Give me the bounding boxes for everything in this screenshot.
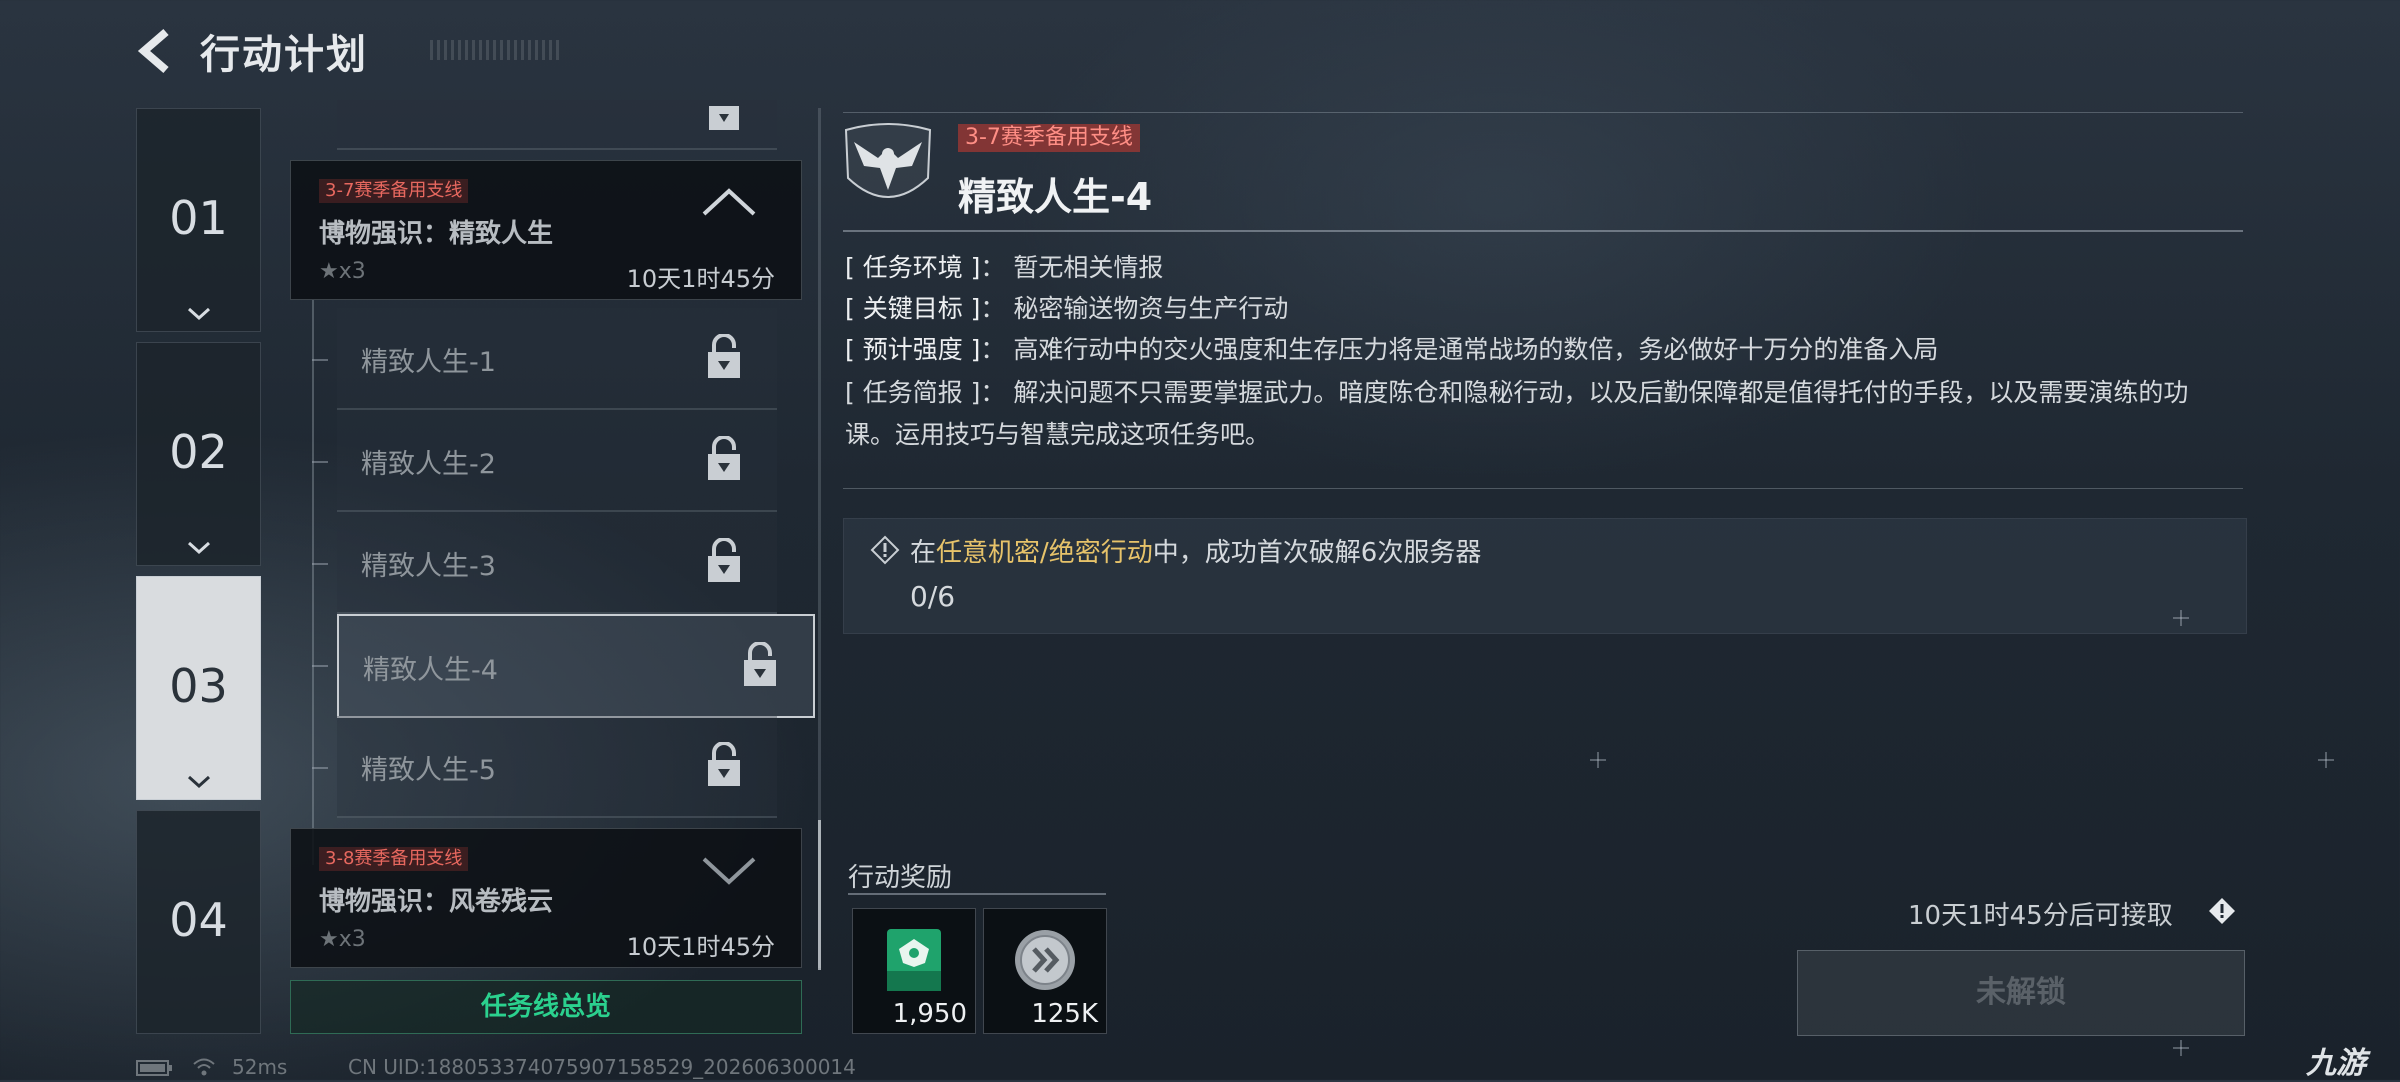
time-remaining: 10天1时45分 bbox=[626, 933, 775, 961]
tree-tick bbox=[312, 563, 328, 565]
info-value: 暂无相关情报 bbox=[1013, 253, 1164, 282]
list-item[interactable]: 精致人生-1 bbox=[337, 308, 777, 410]
crosshair-decoration bbox=[2173, 1040, 2189, 1056]
group-title: 博物强识：精致人生 bbox=[319, 219, 554, 249]
lock-icon bbox=[708, 436, 740, 480]
chapter-tab-02[interactable]: 02 bbox=[136, 342, 261, 566]
chapter-number: 01 bbox=[169, 191, 228, 245]
reward-amount: 1,950 bbox=[892, 999, 967, 1029]
lock-icon bbox=[744, 642, 776, 686]
info-value: 高难行动中的交火强度和生存压力将是通常战场的数倍，务必做好十万分的准备入局 bbox=[1013, 335, 1939, 364]
crosshair-decoration bbox=[2318, 752, 2334, 768]
lock-icon bbox=[708, 742, 740, 786]
group-title: 博物强识：风卷残云 bbox=[319, 887, 554, 917]
info-brief: [ 任务简报 ]： 解决问题不只需要掌握武力。暗度陈仓和隐秘行动，以及后勤保障都… bbox=[845, 378, 2189, 449]
chapter-number: 03 bbox=[169, 659, 228, 713]
info-target: [ 关键目标 ]： 秘密输送物资与生产行动 bbox=[845, 294, 1289, 323]
season-tag: 3-7赛季备用支线 bbox=[958, 124, 1140, 152]
chapter-tab-01[interactable]: 01 bbox=[136, 108, 261, 332]
time-remaining: 10天1时45分 bbox=[626, 265, 775, 293]
lock-icon bbox=[708, 538, 740, 582]
reward-item[interactable]: 1,950 bbox=[852, 908, 976, 1034]
item-label: 精致人生-3 bbox=[361, 551, 496, 582]
info-intensity: [ 预计强度 ]： 高难行动中的交火强度和生存压力将是通常战场的数倍，务必做好十… bbox=[845, 335, 1939, 364]
chapter-number: 04 bbox=[169, 893, 228, 947]
coin-icon bbox=[1015, 930, 1075, 990]
season-tag: 3-7赛季备用支线 bbox=[319, 179, 469, 203]
chevron-up-icon[interactable] bbox=[701, 187, 757, 217]
chevron-down-icon[interactable] bbox=[701, 855, 757, 885]
list-item-selected[interactable]: 精致人生-4 bbox=[337, 614, 815, 718]
site-watermark: 九游 bbox=[2306, 1046, 2366, 1081]
user-uid: CN UID:18805337407590715852​9_2026063000… bbox=[348, 1055, 856, 1079]
info-environment: [ 任务环境 ]： 暂无相关情报 bbox=[845, 253, 1164, 282]
list-item[interactable]: 精致人生-2 bbox=[337, 410, 777, 512]
mission-group-next[interactable]: 3-8赛季备用支线 博物强识：风卷残云 ★x3 10天1时45分 bbox=[290, 828, 802, 968]
mission-group-current[interactable]: 3-7赛季备用支线 博物强识：精致人生 ★x3 10天1时45分 bbox=[290, 160, 802, 300]
tree-tick bbox=[312, 359, 328, 361]
season-tag: 3-8赛季备用支线 bbox=[319, 847, 469, 871]
crosshair-decoration bbox=[1590, 752, 1606, 768]
tree-tick bbox=[312, 461, 328, 463]
tree-tick bbox=[312, 767, 328, 769]
info-key: [ 关键目标 ] bbox=[845, 294, 981, 323]
info-value: 秘密输送物资与生产行动 bbox=[1013, 294, 1289, 323]
chevron-down-icon bbox=[187, 775, 210, 789]
lock-icon bbox=[709, 106, 739, 130]
unlock-button-disabled[interactable]: 未解锁 bbox=[1797, 950, 2245, 1036]
divider bbox=[843, 488, 2243, 489]
mission-line-overview-button[interactable]: 任务线总览 bbox=[290, 980, 802, 1034]
reward-amount: 125K bbox=[1031, 999, 1098, 1029]
crosshair-decoration bbox=[2173, 610, 2189, 626]
availability-text: 10天1时45分后可接取 bbox=[1908, 901, 2173, 931]
info-key: [ 预计强度 ] bbox=[845, 335, 981, 364]
mission-list: 3-7赛季备用支线 博物强识：精致人生 ★x3 10天1时45分 精致人生-1 … bbox=[290, 100, 815, 968]
divider bbox=[848, 893, 1106, 895]
chapter-number: 02 bbox=[169, 425, 228, 479]
battery-icon bbox=[136, 1060, 172, 1076]
difficulty-stars: ★x3 bbox=[319, 259, 366, 284]
lock-icon bbox=[708, 334, 740, 378]
alert-diamond-icon bbox=[870, 535, 900, 565]
info-key: [ 任务简报 ] bbox=[845, 378, 981, 407]
alert-diamond-icon bbox=[2209, 898, 2235, 924]
back-arrow-icon bbox=[137, 28, 169, 74]
title-decoration bbox=[430, 40, 560, 60]
wifi-icon bbox=[193, 1058, 215, 1076]
reward-label: 行动奖励 bbox=[848, 863, 953, 893]
ping-latency: 52ms bbox=[232, 1055, 288, 1079]
objective-suffix: 中，成功首次破解6次服务器 bbox=[1152, 538, 1482, 568]
page-title: 行动计划 bbox=[200, 32, 368, 78]
tree-tick bbox=[312, 665, 328, 667]
divider bbox=[843, 112, 2243, 113]
list-item[interactable]: 精致人生-5 bbox=[337, 716, 777, 818]
objective-progress: 0/6 bbox=[910, 580, 956, 613]
item-label: 精致人生-5 bbox=[361, 755, 496, 786]
chapter-tab-03[interactable]: 03 bbox=[136, 576, 261, 800]
tree-connector bbox=[312, 300, 314, 865]
experience-card-icon bbox=[887, 929, 941, 991]
chevron-down-icon bbox=[187, 541, 210, 555]
objective-prefix: 在 bbox=[910, 538, 937, 568]
list-item[interactable]: 精致人生-3 bbox=[337, 512, 777, 614]
chapter-tab-04[interactable]: 04 bbox=[136, 810, 261, 1034]
back-button[interactable] bbox=[132, 26, 182, 76]
difficulty-stars: ★x3 bbox=[319, 927, 366, 952]
objective-text: 在任意机密/绝密行动中，成功首次破解6次服务器 bbox=[910, 532, 1481, 569]
info-key: [ 任务环境 ] bbox=[845, 253, 981, 282]
info-value: 解决问题不只需要掌握武力。暗度陈仓和隐秘行动，以及后勤保障都是值得托付的手段，以… bbox=[845, 378, 2189, 449]
item-label: 精致人生-2 bbox=[361, 449, 496, 480]
item-label: 精致人生-4 bbox=[363, 655, 498, 686]
chevron-down-icon bbox=[187, 307, 210, 321]
divider bbox=[843, 230, 2243, 232]
list-scrollbar-thumb[interactable] bbox=[818, 820, 821, 970]
objective-highlight: 任意机密/绝密行动 bbox=[936, 538, 1153, 568]
list-item-partial[interactable] bbox=[337, 100, 777, 150]
mission-title: 精致人生-4 bbox=[958, 175, 1153, 219]
eagle-emblem-icon bbox=[844, 123, 932, 198]
item-label: 精致人生-1 bbox=[361, 347, 496, 378]
reward-item[interactable]: 125K bbox=[983, 908, 1107, 1034]
